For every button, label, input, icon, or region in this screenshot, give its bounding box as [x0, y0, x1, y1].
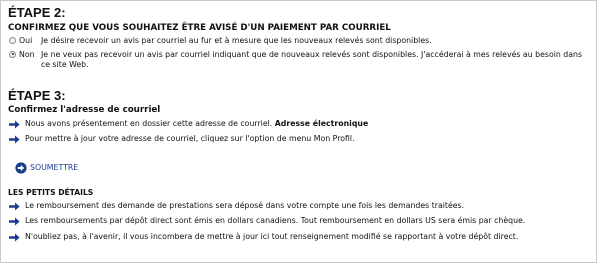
- arrow-right-icon: [9, 217, 20, 226]
- details-section: LES PETITS DÉTAILS Le remboursement des …: [8, 188, 592, 243]
- update-email-text: Pour mettre à jour votre adresse de cour…: [25, 134, 355, 143]
- update-email-line: Pour mettre à jour votre adresse de cour…: [8, 134, 592, 145]
- arrow-right-icon: [9, 202, 20, 210]
- details-item: Les remboursements par dépôt direct sont…: [8, 216, 592, 227]
- email-on-file-text: Nous avons présentement en dossier cette…: [25, 119, 368, 130]
- step3-heading: ÉTAPE 3:: [8, 87, 66, 103]
- step3-subheading: Confirmez l'adresse de courriel: [8, 104, 161, 115]
- details-title: LES PETITS DÉTAILS: [8, 187, 94, 197]
- details-item-text: N'oubliez pas, à l'avenir, il vous incom…: [25, 231, 519, 241]
- radio-text-non: Je ne veux pas recevoir un avis par cour…: [41, 49, 583, 70]
- step2-section: ÉTAPE 2: CONFIRMEZ QUE VOUS SOUHAITEZ ÊT…: [8, 6, 592, 71]
- submit-button[interactable]: SOUMETTRE: [15, 161, 592, 174]
- radio-text-oui: Je désire recevoir un avis par courriel …: [41, 36, 432, 45]
- radio-option-oui[interactable]: Oui Je désire recevoir un avis par courr…: [8, 36, 592, 47]
- email-address-value: Adresse électronique: [274, 118, 369, 128]
- step2-heading: ÉTAPE 2:: [8, 5, 66, 20]
- circle-arrow-right-icon[interactable]: [15, 161, 27, 174]
- arrow-right-icon: [9, 120, 20, 128]
- radio-label-non[interactable]: Non: [19, 50, 41, 61]
- details-item: N'oubliez pas, à l'avenir, il vous incom…: [8, 232, 592, 243]
- email-on-file-prefix: Nous avons présentement en dossier cette…: [25, 118, 273, 128]
- arrow-right-icon: [9, 233, 20, 241]
- email-on-file-line: Nous avons présentement en dossier cette…: [8, 119, 592, 130]
- details-item-text: Le remboursement des demande de prestati…: [25, 200, 465, 210]
- submit-label[interactable]: SOUMETTRE: [30, 162, 78, 174]
- details-item-text: Les remboursements par dépôt direct sont…: [25, 216, 526, 225]
- details-item: Le remboursement des demande de prestati…: [8, 201, 592, 212]
- form-content: ÉTAPE 2: CONFIRMEZ QUE VOUS SOUHAITEZ ÊT…: [8, 6, 592, 242]
- step2-subheading: CONFIRMEZ QUE VOUS SOUHAITEZ ÊTRE AVISÉ …: [8, 23, 391, 33]
- radio-button-non[interactable]: [9, 50, 16, 58]
- step3-section: ÉTAPE 3: Confirmez l'adresse de courriel…: [8, 87, 592, 145]
- radio-option-non[interactable]: Non Je ne veux pas recevoir un avis par …: [8, 50, 592, 71]
- arrow-right-icon: [9, 135, 20, 144]
- radio-label-oui[interactable]: Oui: [19, 36, 41, 47]
- radio-button-oui[interactable]: [9, 37, 16, 44]
